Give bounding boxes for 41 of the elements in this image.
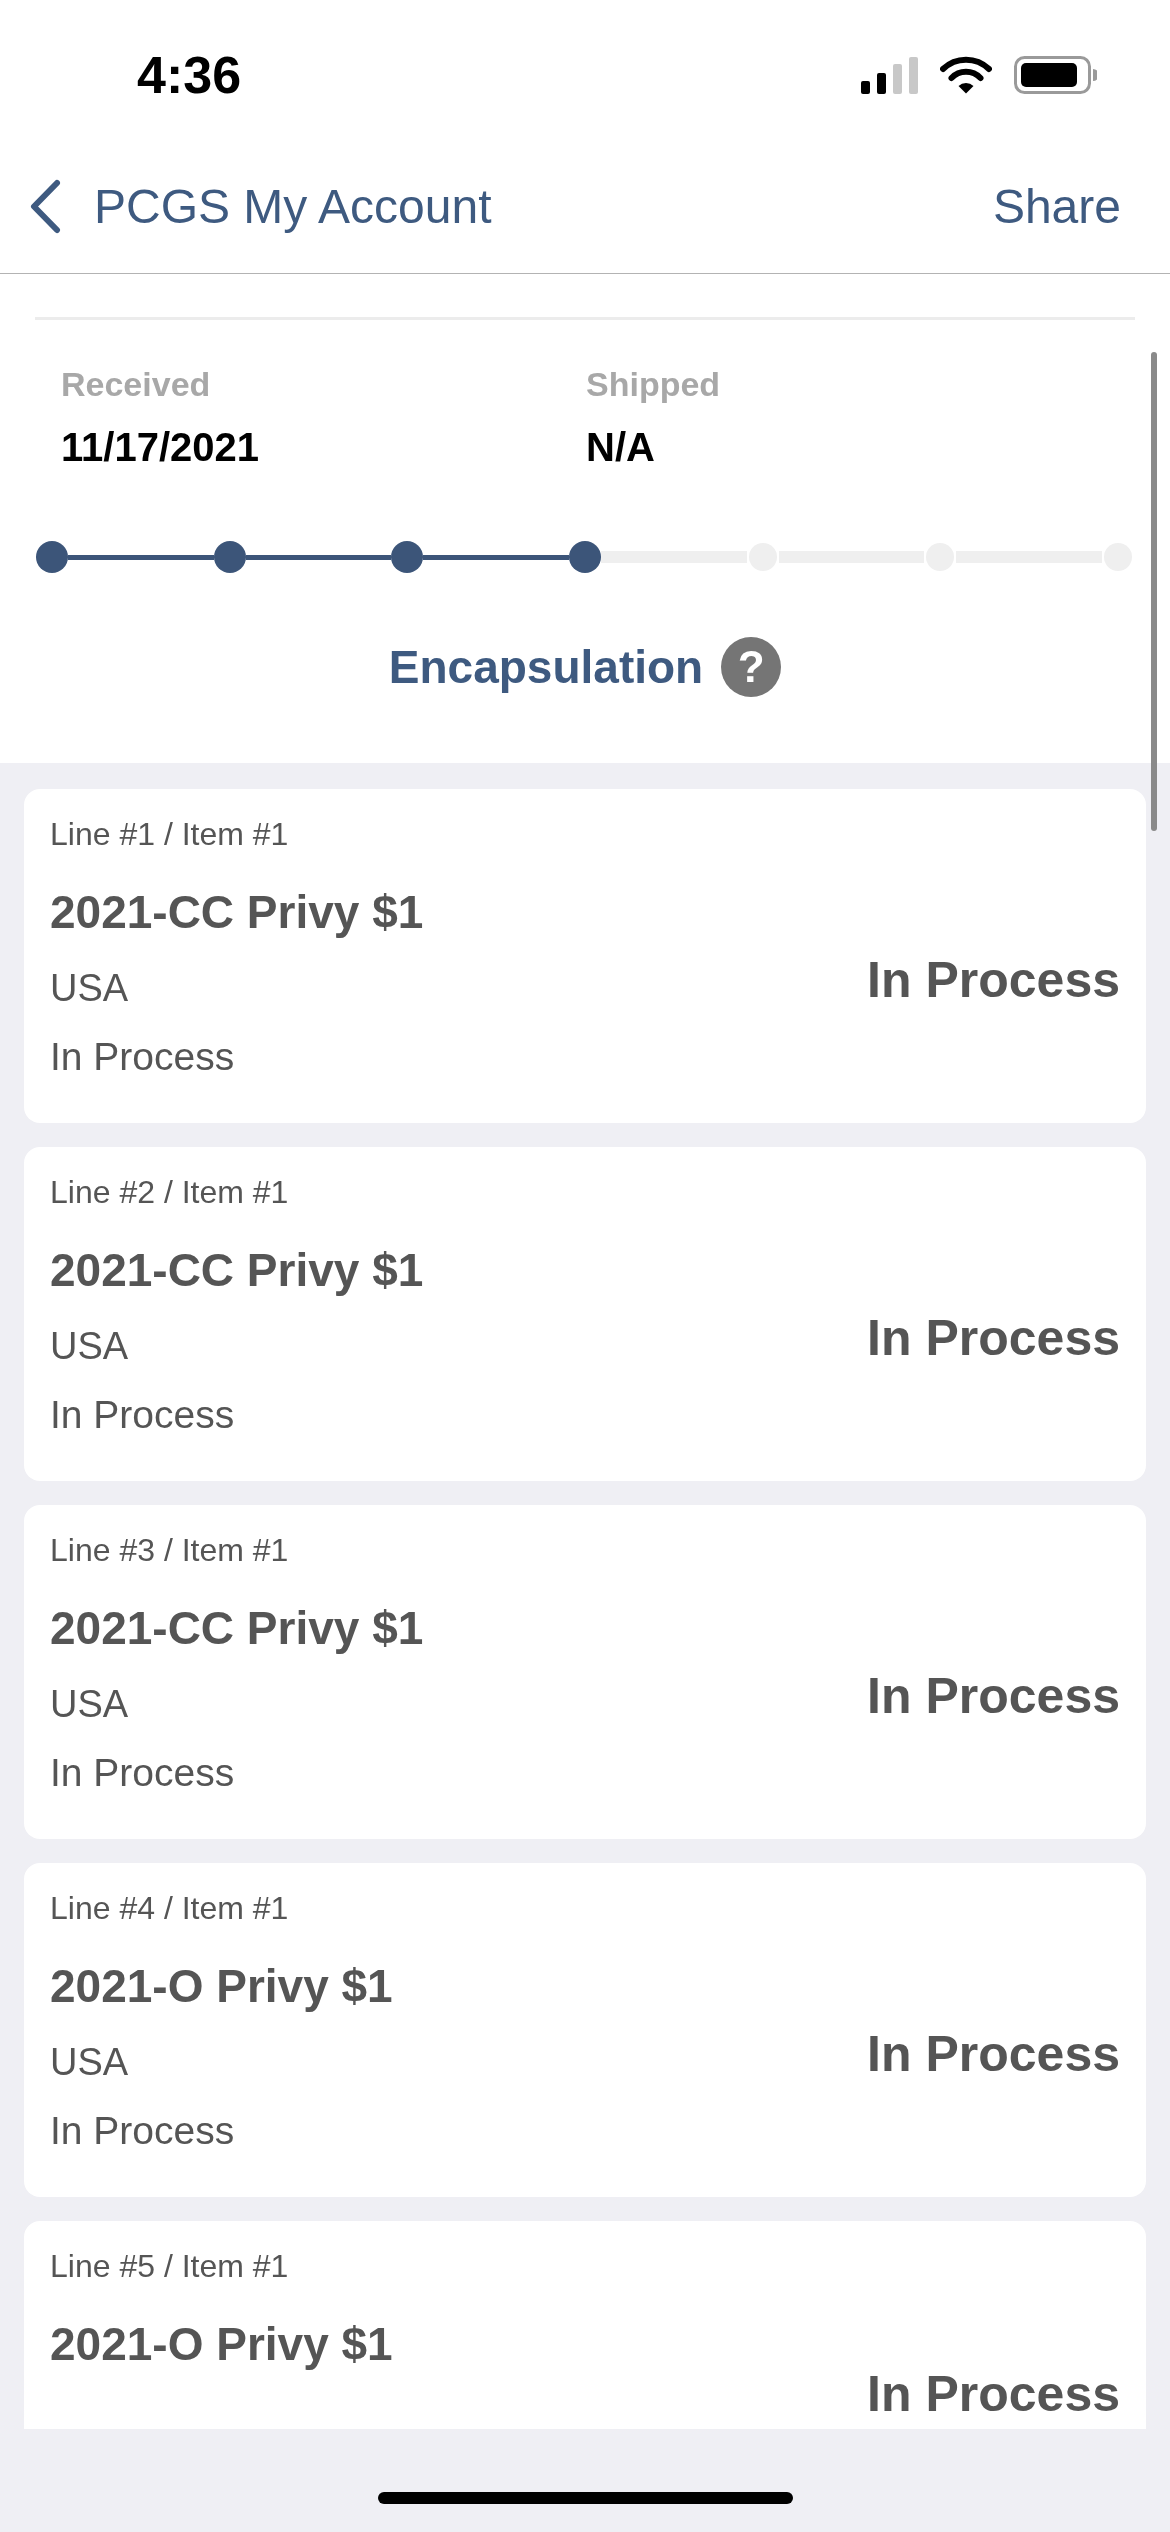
item-status: In Process [867, 1309, 1120, 1367]
stage-title: Encapsulation [388, 640, 704, 695]
battery-icon [1014, 56, 1097, 94]
item-substatus: In Process [50, 1750, 235, 1796]
signal-icon [861, 56, 918, 94]
item-substatus: In Process [50, 1392, 235, 1438]
item-title: 2021-CC Privy $1 [50, 885, 424, 940]
item-status: In Process [867, 2365, 1120, 2423]
item-status: In Process [867, 2025, 1120, 2083]
line-label: Line #2 / Item #1 [50, 1173, 289, 1212]
field-label: Received [61, 364, 211, 405]
item-card[interactable]: Line #5 / Item #1 2021-O Privy $1 In Process [24, 2221, 1146, 2429]
item-title: 2021-O Privy $1 [50, 1959, 393, 2014]
item-card[interactable]: Line #4 / Item #1 2021-O Privy $1 USA In Process In Process [24, 1863, 1146, 2197]
item-card[interactable]: Line #1 / Item #1 2021-CC Privy $1 USA In Process In Process [24, 789, 1146, 1123]
item-title: 2021-CC Privy $1 [50, 1243, 424, 1298]
item-substatus: In Process [50, 1034, 235, 1080]
wifi-icon [940, 56, 992, 94]
status-time: 4:36 [137, 45, 242, 105]
item-title: 2021-CC Privy $1 [50, 1601, 424, 1656]
item-status: In Process [867, 951, 1120, 1009]
item-title: 2021-O Privy $1 [50, 2317, 393, 2372]
help-button[interactable]: ? [721, 637, 782, 697]
share-button[interactable]: Share [992, 176, 1121, 237]
line-label: Line #1 / Item #1 [50, 815, 289, 854]
line-label: Line #5 / Item #1 [50, 2247, 289, 2286]
item-country: USA [50, 2040, 129, 2085]
line-label: Line #3 / Item #1 [50, 1531, 289, 1570]
line-label: Line #4 / Item #1 [50, 1889, 289, 1928]
item-country: USA [50, 966, 129, 1011]
item-status: In Process [867, 1667, 1120, 1725]
item-country: USA [50, 1682, 129, 1727]
field-value: N/A [586, 424, 655, 471]
item-card[interactable]: Line #2 / Item #1 2021-CC Privy $1 USA In Process In Process [24, 1147, 1146, 1481]
item-substatus: In Process [50, 2108, 235, 2154]
field-label: Shipped [586, 364, 721, 405]
item-country: USA [50, 1324, 129, 1369]
back-button[interactable]: PCGS My Account [29, 176, 492, 237]
field-value: 11/17/2021 [61, 424, 259, 471]
chevron-left-icon [29, 179, 61, 234]
item-card[interactable]: Line #3 / Item #1 2021-CC Privy $1 USA In Process In Process [24, 1505, 1146, 1839]
